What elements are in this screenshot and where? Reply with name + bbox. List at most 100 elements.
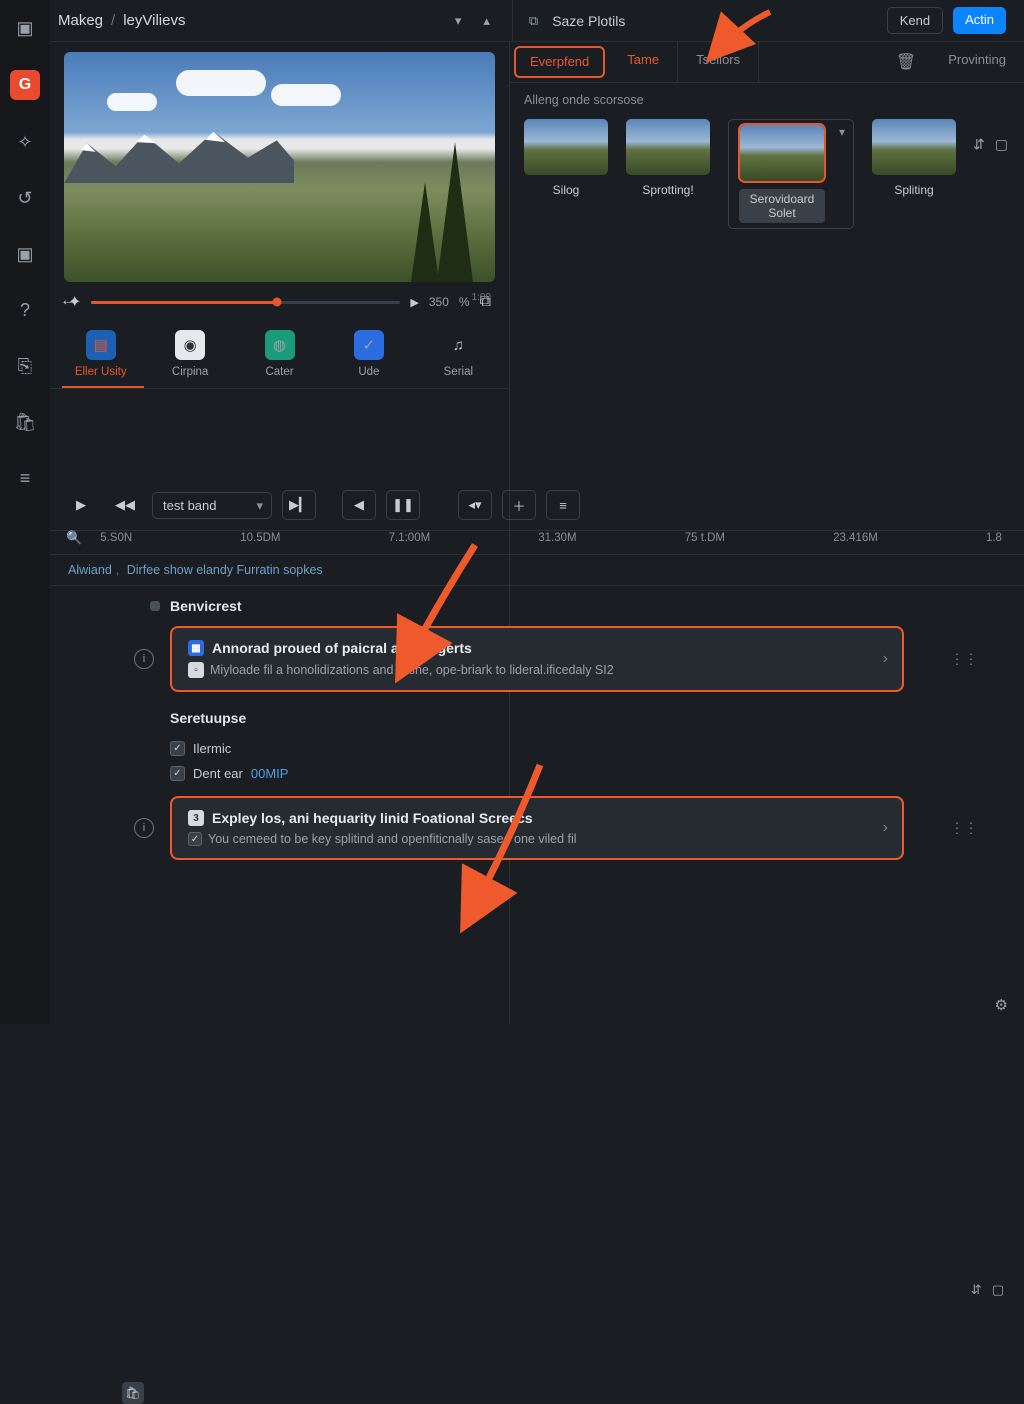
tick-label: 23.416M bbox=[833, 532, 878, 544]
store-badge-icon[interactable]: 🛍 bbox=[122, 1382, 144, 1404]
more-icon[interactable]: ⋮⋮ bbox=[950, 820, 978, 837]
hamburger-icon[interactable]: ≡ bbox=[11, 464, 39, 492]
add-button[interactable]: ＋ bbox=[502, 490, 536, 520]
terminal-icon[interactable]: ▣ bbox=[11, 240, 39, 268]
secondary-action-button[interactable]: Kend bbox=[887, 7, 943, 34]
music-icon: ♫ bbox=[443, 330, 473, 360]
crumb-a: Alwiand bbox=[68, 563, 112, 577]
delete-icon[interactable]: 🗑 bbox=[882, 42, 930, 82]
panel-title-icon: ⧉ bbox=[521, 9, 546, 33]
tab-everpfend[interactable]: Everpfend bbox=[514, 46, 605, 78]
collapse-down-icon[interactable]: ▾ bbox=[447, 9, 470, 33]
section-title: Benvicrest bbox=[170, 598, 242, 614]
list-button[interactable]: ≡ bbox=[546, 490, 580, 520]
app-menu-icon[interactable]: ▣ bbox=[11, 14, 39, 42]
brand-logo[interactable]: G bbox=[10, 70, 40, 100]
scrub-bar: ✦ ▶ 350 % ⧉ bbox=[50, 282, 509, 316]
thumb-silog[interactable]: Silog bbox=[524, 119, 608, 229]
tool-tab-label: Eller Usity bbox=[75, 366, 127, 378]
tool-tab-label: Serial bbox=[444, 366, 473, 378]
thumb-label: Spliting bbox=[894, 183, 933, 197]
timeline-breadcrumb[interactable]: Alwiand, Dirfee show elandy Furratin sop… bbox=[50, 555, 1024, 586]
panel-title: ⧉ Saze Plotils bbox=[521, 9, 625, 33]
settings-icon[interactable]: ✧ bbox=[11, 128, 39, 156]
tool-tab-serial[interactable]: ♫ Serial bbox=[414, 324, 503, 388]
chevron-right-icon: › bbox=[883, 819, 888, 837]
thumbnail-grid: Silog Sprotting! Serovidoard Solet Split… bbox=[510, 113, 1024, 235]
scrub-track[interactable] bbox=[91, 301, 400, 304]
store-icon[interactable]: 🛍 bbox=[11, 408, 39, 436]
tool-tab-label: Ude bbox=[358, 366, 379, 378]
check-ilermic[interactable]: ✓ Ilermic bbox=[170, 736, 904, 761]
title-part-b: leyVilievs bbox=[123, 12, 185, 29]
check-icon: ✓ bbox=[354, 330, 384, 360]
check-dentear[interactable]: ✓ Dent ear 00MIP bbox=[170, 761, 904, 786]
card-subtitle: You cemeed to be key splitind and openfi… bbox=[208, 832, 577, 846]
title-part-a: Makeg bbox=[58, 12, 103, 29]
clip-icon: 3 bbox=[188, 810, 204, 826]
card-subtitle: Miyloade fil a honolidizations and Clshe… bbox=[210, 663, 614, 677]
info-icon[interactable]: i bbox=[134, 818, 154, 838]
back-button[interactable]: ← bbox=[60, 292, 76, 310]
tool-tab-cirpina[interactable]: ◉ Cirpina bbox=[145, 324, 234, 388]
left-nav-rail: ▣ G ✧ ↺ ▣ ? ⎘ 🛍 ≡ bbox=[0, 0, 50, 1024]
tab-provinting[interactable]: Provinting bbox=[930, 42, 1024, 82]
scrub-unit: % bbox=[459, 295, 470, 309]
clip-card-2[interactable]: 3 Expley los, ani hequarity linid Foatio… bbox=[170, 796, 904, 860]
sub-icon: ▫ bbox=[188, 662, 204, 678]
tool-tab-cater[interactable]: ◍ Cater bbox=[235, 324, 324, 388]
tick-label: 10.5DM bbox=[240, 532, 280, 544]
tab-tsellors[interactable]: Tsellors bbox=[678, 42, 759, 82]
section-seretuupse: Seretuupse ✓ Ilermic ✓ Dent ear 00MIP bbox=[50, 696, 1024, 792]
search-icon[interactable]: 🔍 bbox=[66, 530, 82, 546]
tab-tame[interactable]: Tame bbox=[609, 42, 678, 82]
more-icon[interactable]: ⋮⋮ bbox=[950, 651, 978, 668]
play-inline-icon[interactable]: ▶ bbox=[410, 296, 418, 309]
track-select[interactable]: test band bbox=[152, 492, 272, 519]
clipboard-icon[interactable]: ⎘ bbox=[11, 352, 39, 380]
tool-tab-ude[interactable]: ✓ Ude bbox=[324, 324, 413, 388]
clip-icon: ▦ bbox=[188, 640, 204, 656]
tick-label: 7.1:00M bbox=[389, 532, 431, 544]
card-title: Annorad proued of paicral and brigerts bbox=[212, 640, 472, 656]
play-button[interactable]: ▶ bbox=[64, 490, 98, 520]
clip-card-1[interactable]: ▦ Annorad proued of paicral and brigerts… bbox=[170, 626, 904, 692]
scrub-value: 350 bbox=[429, 295, 449, 309]
tick-label: 31.30M bbox=[538, 532, 576, 544]
collapse-up-icon[interactable]: ▴ bbox=[475, 9, 498, 33]
thumb-label: Silog bbox=[553, 183, 580, 197]
tick-label: 75 t.DM bbox=[685, 532, 725, 544]
section-benvicrest: Benvicrest bbox=[50, 586, 1024, 622]
timecode-label: 1:00 bbox=[472, 292, 491, 303]
thumb-label: Serovidoard Solet bbox=[739, 189, 825, 223]
title-bar: Makeg / leyVilievs ▾ ▴ ⧉ Saze Plotils Kend… bbox=[50, 0, 1024, 42]
picker-button[interactable]: ◂▾ bbox=[458, 490, 492, 520]
next-button[interactable]: ▶▎ bbox=[282, 490, 316, 520]
crumb-b: Dirfee show elandy Furratin sopkes bbox=[127, 563, 323, 577]
thumb-spliting[interactable]: Spliting bbox=[872, 119, 956, 229]
sort-icon[interactable]: ⇵ bbox=[973, 136, 985, 153]
help-icon[interactable]: ? bbox=[11, 296, 39, 324]
tool-tab-eller-usity[interactable]: ▤ Eller Usity bbox=[56, 324, 145, 388]
layout-icon[interactable]: ▢ bbox=[995, 136, 1008, 153]
window-title: Makeg / leyVilievs bbox=[58, 12, 185, 29]
section-title: Seretuupse bbox=[170, 710, 904, 726]
globe-icon: ◍ bbox=[265, 330, 295, 360]
thumb-sprotting[interactable]: Sprotting! bbox=[626, 119, 710, 229]
checkbox-icon: ✓ bbox=[170, 741, 185, 756]
refresh-icon[interactable]: ↺ bbox=[11, 184, 39, 212]
thumb-serovidoard[interactable]: Serovidoard Solet bbox=[728, 119, 854, 229]
info-icon[interactable]: i bbox=[134, 649, 154, 669]
doc-icon: ▤ bbox=[86, 330, 116, 360]
rewind-button[interactable]: ◀◀ bbox=[108, 490, 142, 520]
step-back-button[interactable]: ◀ bbox=[342, 490, 376, 520]
title-separator: / bbox=[111, 12, 115, 29]
video-preview[interactable] bbox=[64, 52, 495, 282]
checkbox-icon: ✓ bbox=[188, 832, 202, 846]
tool-tab-label: Cirpina bbox=[172, 366, 208, 378]
primary-action-button[interactable]: Actin bbox=[953, 7, 1006, 34]
bullet-icon bbox=[150, 601, 160, 611]
pause-button[interactable]: ❚❚ bbox=[386, 490, 420, 520]
sort-icon[interactable]: ⇵ bbox=[971, 1282, 982, 1298]
layout-icon[interactable]: ▢ bbox=[992, 1282, 1004, 1298]
